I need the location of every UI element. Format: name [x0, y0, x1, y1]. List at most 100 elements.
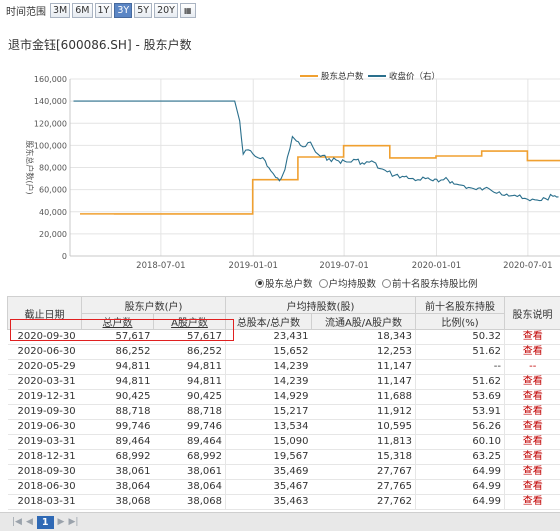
avg-total-cell: 13,534: [225, 419, 312, 435]
table-row: 2020-09-30 57,617 57,617 23,431 18,343 50.32 查…: [7, 329, 560, 345]
header-total-holders[interactable]: 总户数: [81, 313, 154, 330]
view-link[interactable]: 查看: [504, 389, 560, 405]
radio-unselected-icon: [382, 278, 392, 288]
view-link[interactable]: 查看: [504, 464, 560, 480]
a-holders-cell: 88,718: [153, 404, 226, 420]
avg-float-cell: 11,147: [311, 359, 416, 375]
total-holders-cell: 38,068: [81, 494, 154, 510]
date-cell: 2020-05-29: [7, 359, 82, 375]
avg-float-cell: 27,765: [311, 479, 416, 495]
header-top10: 前十名股东持股: [415, 296, 505, 314]
total-holders-cell: 68,992: [81, 449, 154, 465]
avg-float-cell: 10,595: [311, 419, 416, 435]
a-holders-cell: 94,811: [153, 374, 226, 390]
top10-cell: 60.10: [415, 434, 505, 450]
header-avg-float[interactable]: 流通A股/A股户数: [311, 313, 416, 330]
legend-label-holders: 股东总户数: [321, 71, 364, 82]
range-6m-button[interactable]: 6M: [72, 2, 93, 18]
x-tick-label: 2019-01-01: [229, 261, 278, 271]
table-row: 2018-09-30 38,061 38,061 35,469 27,767 64.99 查…: [7, 464, 560, 480]
header-date[interactable]: 截止日期: [7, 296, 82, 330]
header-top10-ratio[interactable]: 比例(%): [415, 313, 505, 330]
y-tick-label: 120,000: [34, 119, 67, 128]
range-20y-button[interactable]: 20Y: [154, 2, 178, 18]
total-holders-cell: 88,718: [81, 404, 154, 420]
range-3y-button[interactable]: 3Y: [114, 2, 133, 18]
y-tick-label: 40,000: [39, 208, 67, 217]
top10-cell: 64.99: [415, 479, 505, 495]
chart-grid: [70, 78, 560, 257]
top10-cell: 64.99: [415, 464, 505, 480]
date-cell: 2020-03-31: [7, 374, 82, 390]
date-cell: 2018-12-31: [7, 449, 82, 465]
view-link[interactable]: 查看: [504, 479, 560, 495]
x-tick-label: 2020-07-01: [503, 261, 552, 271]
radio-avg-holding[interactable]: 户均持股数: [318, 276, 377, 290]
a-holders-cell: 68,992: [153, 449, 226, 465]
radio-total-holders[interactable]: 股东总户数: [255, 276, 313, 290]
prev-page-icon[interactable]: ◀: [26, 517, 33, 527]
pagination-bar: |◀ ◀ 1 ▶ ▶|: [0, 512, 560, 531]
avg-total-cell: 35,463: [225, 494, 312, 510]
page-title: 退市金钰[600086.SH] - 股东户数: [8, 38, 192, 52]
range-5y-button[interactable]: 5Y: [134, 2, 153, 18]
radio-label: 前十名股东持股比例: [392, 279, 478, 290]
avg-float-cell: 27,767: [311, 464, 416, 480]
view-link[interactable]: 查看: [504, 419, 560, 435]
y-tick-label: 100,000: [34, 141, 67, 150]
y-axis-label: 股东总户数(户): [25, 140, 35, 194]
radio-label: 户均持股数: [328, 279, 377, 290]
top10-cell: 53.91: [415, 404, 505, 420]
grid-icon[interactable]: ▦: [179, 2, 196, 18]
a-holders-cell: 86,252: [153, 344, 226, 360]
header-a-holders[interactable]: A股户数: [153, 313, 226, 330]
avg-total-cell: 23,431: [225, 329, 312, 345]
view-link[interactable]: 查看: [504, 374, 560, 390]
view-link[interactable]: 查看: [504, 494, 560, 510]
total-holders-cell: 94,811: [81, 359, 154, 375]
radio-top10-ratio[interactable]: 前十名股东持股比例: [382, 276, 478, 290]
y-tick-label: 20,000: [39, 230, 67, 239]
top10-cell: 64.99: [415, 494, 505, 510]
next-page-icon[interactable]: ▶: [58, 517, 65, 527]
date-cell: 2019-06-30: [7, 419, 82, 435]
view-link[interactable]: 查看: [504, 404, 560, 420]
first-page-icon[interactable]: |◀: [12, 517, 22, 527]
last-page-icon[interactable]: ▶|: [68, 517, 78, 527]
top10-cell: 63.25: [415, 449, 505, 465]
chart-legend: 股东总户数 收盘价（右）: [300, 71, 440, 82]
date-cell: 2018-06-30: [7, 479, 82, 495]
avg-float-cell: 11,912: [311, 404, 416, 420]
a-holders-cell: 38,068: [153, 494, 226, 510]
date-cell: 2018-09-30: [7, 464, 82, 480]
total-holders-cell: 94,811: [81, 374, 154, 390]
view-link[interactable]: 查看: [504, 344, 560, 360]
avg-total-cell: 15,217: [225, 404, 312, 420]
a-holders-cell: 38,064: [153, 479, 226, 495]
radio-selected-icon: [255, 278, 264, 288]
a-holders-cell: 94,811: [153, 359, 226, 375]
range-1y-button[interactable]: 1Y: [94, 2, 113, 18]
avg-total-cell: 15,090: [225, 434, 312, 450]
current-page[interactable]: 1: [36, 515, 54, 529]
avg-total-cell: 14,239: [225, 374, 312, 390]
avg-total-cell: 35,467: [225, 479, 312, 495]
view-link[interactable]: 查看: [504, 329, 560, 345]
header-avg-total[interactable]: 总股本/总户数: [225, 313, 312, 330]
date-cell: 2019-03-31: [7, 434, 82, 450]
avg-total-cell: 14,929: [225, 389, 312, 405]
header-description: 股东说明: [504, 296, 560, 330]
table-row: 2019-06-30 99,746 99,746 13,534 10,595 56.26 查…: [7, 419, 560, 435]
total-holders-cell: 89,464: [81, 434, 154, 450]
shareholder-table: 截止日期 股东户数(户) 户均持股数(股) 前十名股东持股 股东说明 总户数 A…: [7, 296, 560, 510]
view-link[interactable]: 查看: [504, 434, 560, 450]
y-tick-label: 160,000: [34, 75, 67, 84]
date-cell: 2018-03-31: [7, 494, 82, 510]
chart-axes: 0 20,000 40,000 60,000 80,000 100,000 120,000 1…: [25, 75, 560, 271]
view-link[interactable]: 查看: [504, 449, 560, 465]
y-tick-label: 60,000: [39, 186, 67, 195]
legend-label-price: 收盘价（右）: [389, 71, 440, 82]
range-3m-button[interactable]: 3M: [50, 2, 71, 18]
header-avg-holding: 户均持股数(股): [225, 296, 416, 314]
date-cell: 2020-06-30: [7, 344, 82, 360]
